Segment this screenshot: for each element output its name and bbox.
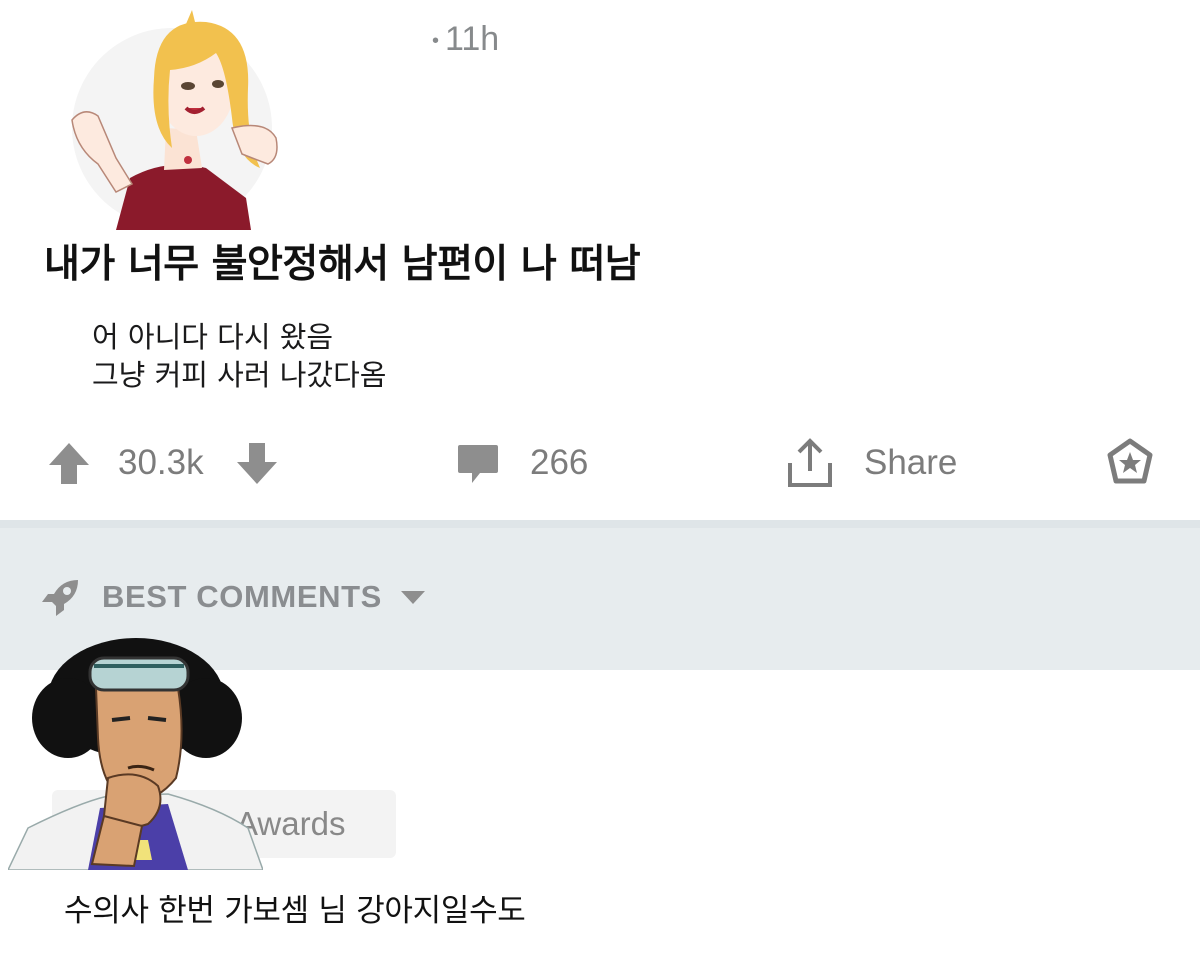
sort-dropdown[interactable]: BEST COMMENTS — [38, 574, 428, 620]
author-avatar[interactable] — [46, 8, 298, 230]
comment-count: 266 — [530, 443, 589, 482]
comments-button[interactable]: 266 — [454, 430, 588, 496]
post-action-bar: 30.3k 266 Share — [0, 430, 1200, 496]
caret-down-icon — [400, 591, 425, 604]
share-label: Share — [864, 443, 958, 482]
vote-controls: 30.3k — [44, 430, 280, 496]
commenter-avatar[interactable] — [8, 628, 263, 870]
award-button[interactable] — [1104, 430, 1156, 496]
upvote-arrow-icon[interactable] — [44, 438, 94, 488]
post-time-text: 11h — [445, 20, 500, 58]
share-button[interactable]: Share — [782, 430, 957, 496]
separator-dot: • — [432, 29, 440, 52]
share-upload-icon — [788, 438, 832, 487]
post-body-line: 그냥 커피 사러 나갔다옴 — [92, 358, 387, 392]
comment-bubble-icon — [458, 445, 498, 483]
post-body-line: 어 아니다 다시 왔음 — [92, 320, 334, 354]
post-timestamp: • 11h — [432, 20, 499, 59]
post-title[interactable]: 내가 너무 불안정해서 남편이 나 떠남 — [44, 233, 641, 289]
upvote-count: 30.3k — [118, 443, 204, 482]
comment-body: 수의사 한번 가보셈 님 강아지일수도 — [64, 893, 526, 929]
award-icon — [1107, 438, 1153, 484]
post-body: 어 아니다 다시 왔음 그냥 커피 사러 나갔다옴 — [92, 318, 386, 394]
sort-label: BEST COMMENTS — [102, 579, 382, 614]
downvote-arrow-icon[interactable] — [234, 438, 280, 488]
rocket-icon — [42, 580, 78, 616]
divider — [0, 520, 1200, 528]
